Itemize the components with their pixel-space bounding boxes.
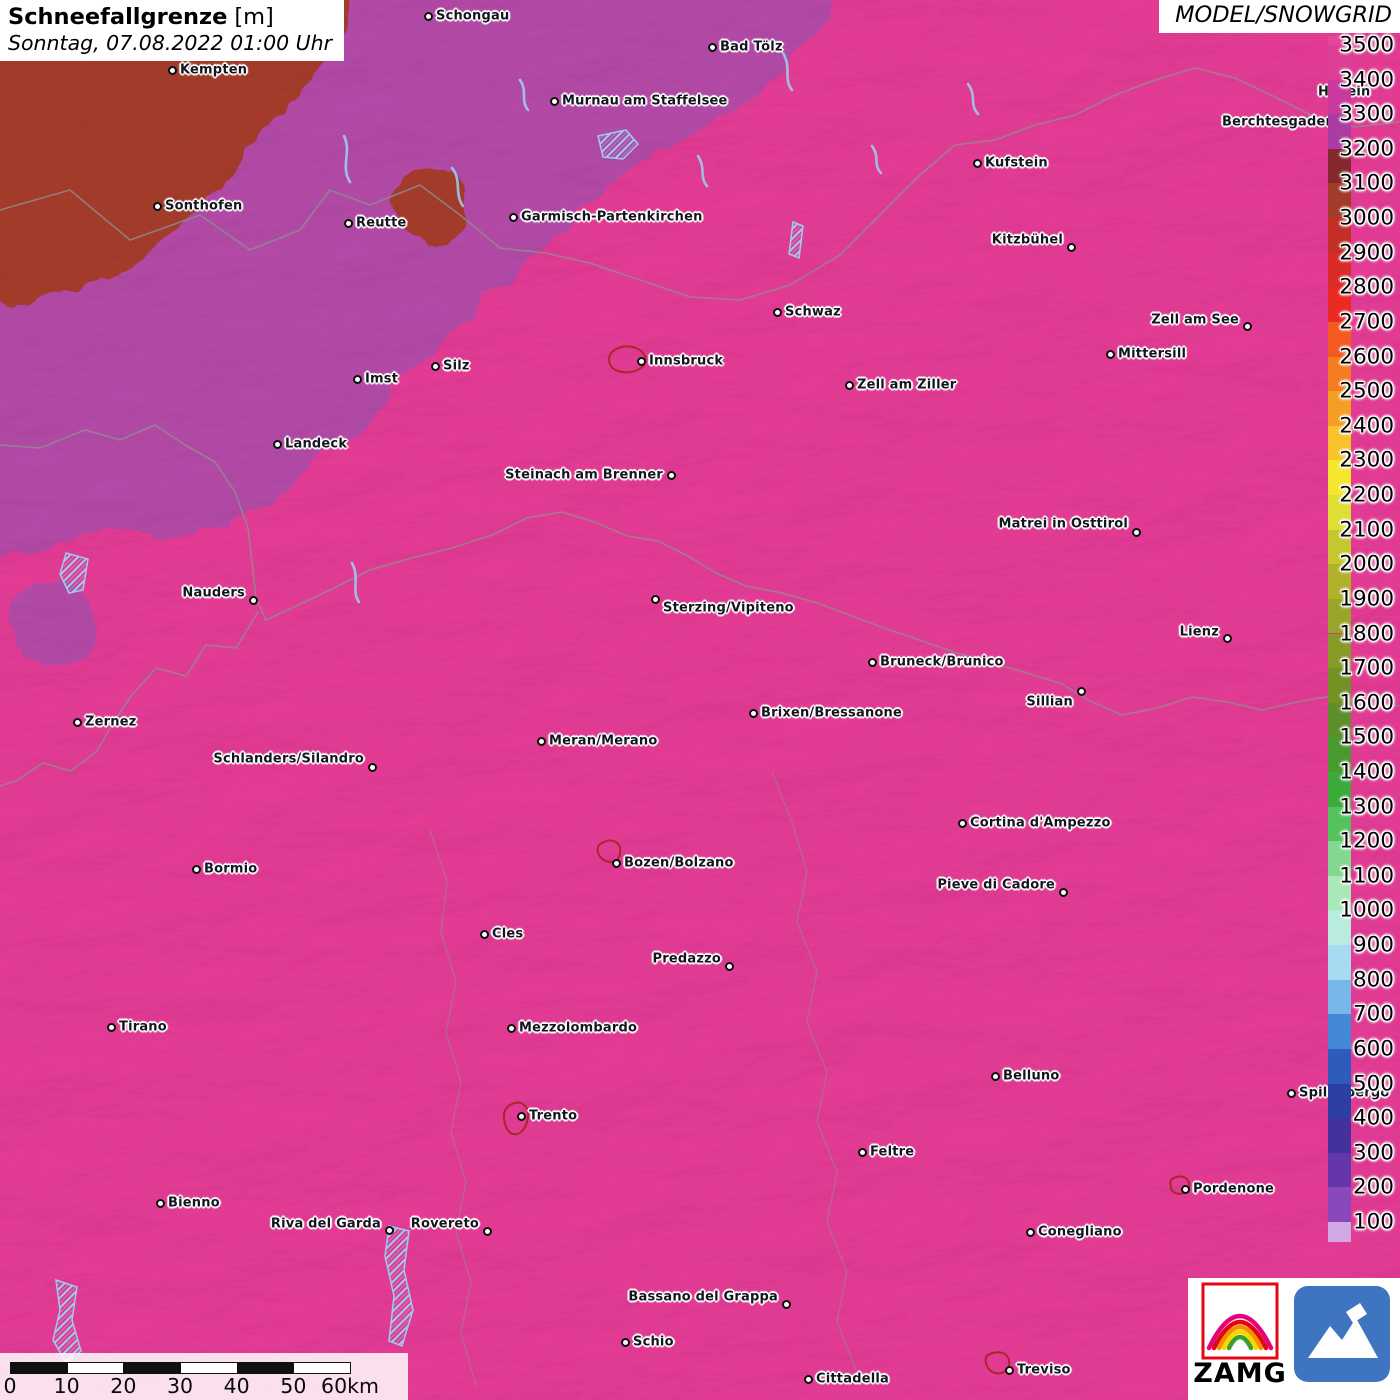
scalebar-segment: [180, 1362, 238, 1374]
map-title-text: Schneefallgrenze: [8, 4, 227, 30]
scalebar-tick-0: 0: [3, 1374, 16, 1398]
scalebar-segment: [67, 1362, 125, 1374]
mountain-logo-icon: [1290, 1282, 1394, 1386]
scalebar: 0 10 20 30 40 50 60km: [0, 1353, 408, 1400]
zamg-wordmark: ZAMG: [1193, 1360, 1287, 1388]
zamg-logo-icon: [1201, 1282, 1279, 1360]
model-label: MODEL/SNOWGRID: [1159, 0, 1400, 33]
scalebar-segment: [10, 1362, 68, 1374]
snowgrid-map: SchongauBad TölzKemptenMurnau am Staffel…: [0, 0, 1400, 1400]
terrain-color-layer: [0, 0, 1400, 1400]
scalebar-tick-40: 40: [224, 1374, 250, 1398]
scalebar-tick-30: 30: [167, 1374, 193, 1398]
map-title-unit: [m]: [234, 4, 273, 30]
title-box: Schneefallgrenze [m] Sonntag, 07.08.2022 …: [0, 0, 344, 61]
scalebar-segment: [237, 1362, 295, 1374]
scalebar-tick-10: 10: [54, 1374, 80, 1398]
logo-area: ZAMG: [1188, 1278, 1400, 1400]
scalebar-tick-50: 50: [280, 1374, 306, 1398]
map-datetime: Sonntag, 07.08.2022 01:00 Uhr: [8, 31, 332, 55]
scalebar-segment: [123, 1362, 181, 1374]
scalebar-tick-60km: 60km: [321, 1374, 379, 1398]
map-canvas: [0, 0, 1400, 1400]
zamg-logo: ZAMG: [1194, 1282, 1286, 1388]
scalebar-tick-20: 20: [110, 1374, 136, 1398]
scalebar-segment: [293, 1362, 351, 1374]
map-title: Schneefallgrenze [m]: [8, 4, 332, 30]
mountain-logo: [1288, 1282, 1396, 1386]
